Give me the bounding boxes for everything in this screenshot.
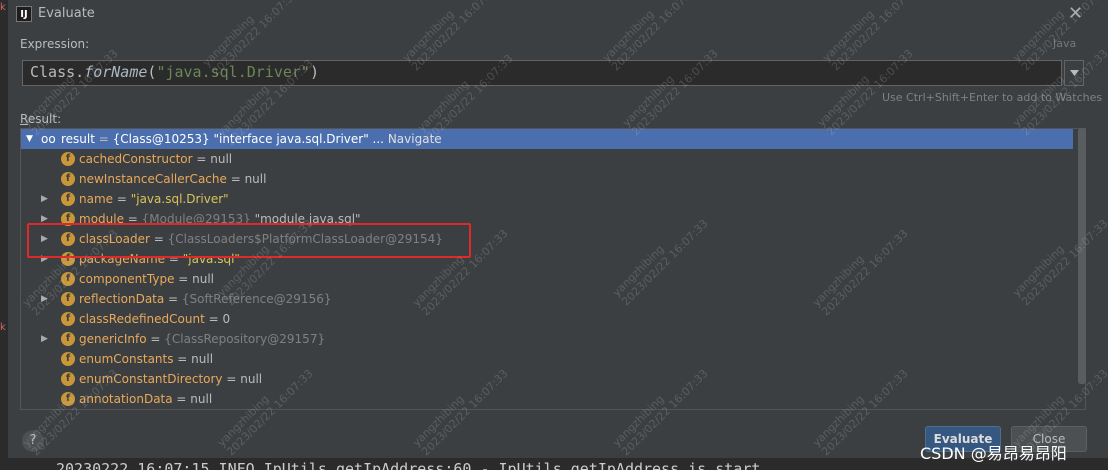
tree-row-cachedConstructor[interactable]: f cachedConstructor = null [21, 149, 1073, 169]
field-icon: f [61, 312, 75, 326]
csdn-watermark: CSDN @易昂易昂阳 [920, 444, 1067, 463]
tree-row-classRedefinedCount[interactable]: f classRedefinedCount = 0 [21, 309, 1073, 329]
tree-row-result[interactable]: ▼ oo result = {Class@10253} "interface j… [21, 129, 1073, 149]
tree-row-name[interactable]: ▶ f name = "java.sql.Driver" [21, 189, 1073, 209]
ide-marker-top: k [0, 2, 6, 13]
help-button[interactable]: ? [22, 430, 44, 452]
field-icon: f [61, 292, 75, 306]
dialog-title: Evaluate [38, 6, 95, 21]
expand-arrow-icon[interactable]: ▼ [26, 129, 38, 149]
expression-label: Expression: [20, 37, 90, 51]
expression-input[interactable]: Class.forName("java.sql.Driver") [22, 60, 1062, 86]
tree-row-newInstanceCallerCache[interactable]: f newInstanceCallerCache = null [21, 169, 1073, 189]
title-bar: IJ Evaluate ✕ [8, 0, 1108, 28]
result-tree[interactable]: ▼ oo result = {Class@10253} "interface j… [20, 128, 1086, 410]
tree-row-reflectionData[interactable]: ▶ f reflectionData = {SoftReference@29156} [21, 289, 1073, 309]
field-icon: f [61, 372, 75, 386]
ide-marker-bottom: k [0, 322, 6, 333]
field-icon: f [61, 172, 75, 186]
tree-row-genericInfo[interactable]: ▶ f genericInfo = {ClassRepository@29157} [21, 329, 1073, 349]
evaluate-dialog: IJ Evaluate ✕ Expression: Java Class.for… [8, 0, 1108, 470]
tree-row-annotationData[interactable]: f annotationData = null [21, 389, 1073, 409]
tree-row-enumConstantDirectory[interactable]: f enumConstantDirectory = null [21, 369, 1073, 389]
expression-text[interactable]: Class.forName("java.sql.Driver") [30, 63, 319, 81]
result-label: Result: [20, 112, 62, 126]
close-icon[interactable]: ✕ [1068, 3, 1083, 24]
field-icon: f [61, 332, 75, 346]
navigate-link[interactable]: Navigate [388, 132, 442, 146]
expand-arrow-icon[interactable]: ▶ [41, 329, 53, 349]
watch-glasses-icon: oo [41, 132, 56, 146]
add-to-watches-hint: Use Ctrl+Shift+Enter to add to Watches [882, 91, 1103, 104]
field-icon: f [61, 352, 75, 366]
vertical-scrollbar[interactable] [1078, 128, 1086, 384]
tree-row-enumConstants[interactable]: f enumConstants = null [21, 349, 1073, 369]
field-icon: f [61, 392, 75, 406]
field-icon: f [61, 272, 75, 286]
expand-arrow-icon[interactable]: ▶ [41, 189, 53, 209]
field-icon: f [61, 152, 75, 166]
tree-row-componentType[interactable]: f componentType = null [21, 269, 1073, 289]
expression-history-dropdown[interactable] [1064, 60, 1084, 86]
chevron-down-icon [1070, 70, 1079, 76]
console-line: 20230222 16:07:15 INFO IpUtils.getIpAddr… [56, 460, 761, 470]
intellij-icon: IJ [16, 6, 32, 22]
expand-arrow-icon[interactable]: ▶ [41, 289, 53, 309]
annotation-highlight-box [27, 223, 471, 258]
language-selector[interactable]: Java [1053, 37, 1076, 50]
background-ide-strip: k k [0, 0, 8, 470]
field-icon: f [61, 192, 75, 206]
